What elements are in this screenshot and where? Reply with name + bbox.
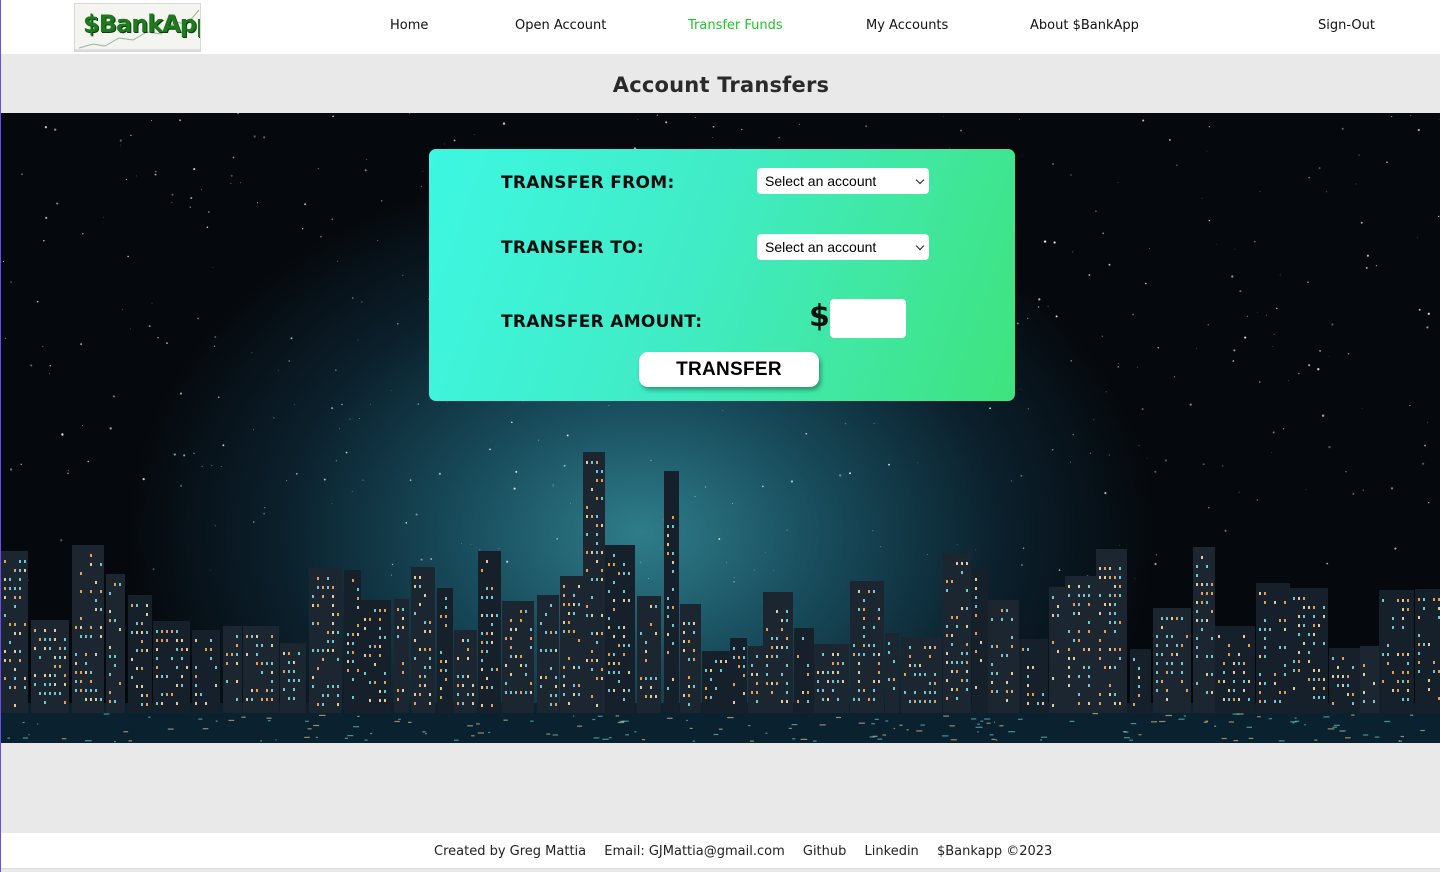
footer-email: Email: GJMattia@gmail.com [604,844,785,859]
nav-transfer-funds[interactable]: Transfer Funds [688,18,783,33]
transfer-from-label: TRANSFER FROM: [501,173,675,193]
page-title: Account Transfers [612,73,830,97]
nav-home[interactable]: Home [390,18,428,33]
page-footer: Created by Greg Mattia Email: GJMattia@g… [1,833,1440,869]
top-navbar: $BankApp Home Open Account Transfer Fund… [1,0,1440,54]
transfer-to-select-value: Select an account [765,239,877,255]
footer-copyright: $Bankapp ©2023 [936,844,1053,859]
transfer-from-select[interactable]: Select an account [757,168,929,194]
transfer-amount-input[interactable] [830,299,906,338]
nav-about[interactable]: About $BankApp [1030,18,1139,33]
chevron-down-icon [915,241,925,251]
chevron-down-icon [915,175,925,185]
transfer-form-card: TRANSFER FROM: Select an account TRANSFE… [429,149,1015,401]
transfer-to-select[interactable]: Select an account [757,234,929,260]
footer-linkedin-link[interactable]: Linkedin [865,844,919,859]
nav-sign-out[interactable]: Sign-Out [1318,18,1375,33]
transfer-to-label: TRANSFER TO: [501,238,644,258]
bankapp-logo[interactable]: $BankApp [74,3,201,52]
dollar-sign: $ [809,299,830,334]
footer-created-by: Created by Greg Mattia [434,844,587,859]
transfer-from-select-value: Select an account [765,173,877,189]
nav-open-account[interactable]: Open Account [515,18,606,33]
footer-github-link[interactable]: Github [803,844,847,859]
nav-my-accounts[interactable]: My Accounts [866,18,948,33]
page-heading-bar: Account Transfers [1,54,1440,113]
transfer-button[interactable]: TRANSFER [639,352,819,387]
logo-text: $BankApp [83,10,201,38]
footer-content: Created by Greg Mattia Email: GJMattia@g… [434,844,1066,859]
transfer-amount-label: TRANSFER AMOUNT: [501,312,703,332]
